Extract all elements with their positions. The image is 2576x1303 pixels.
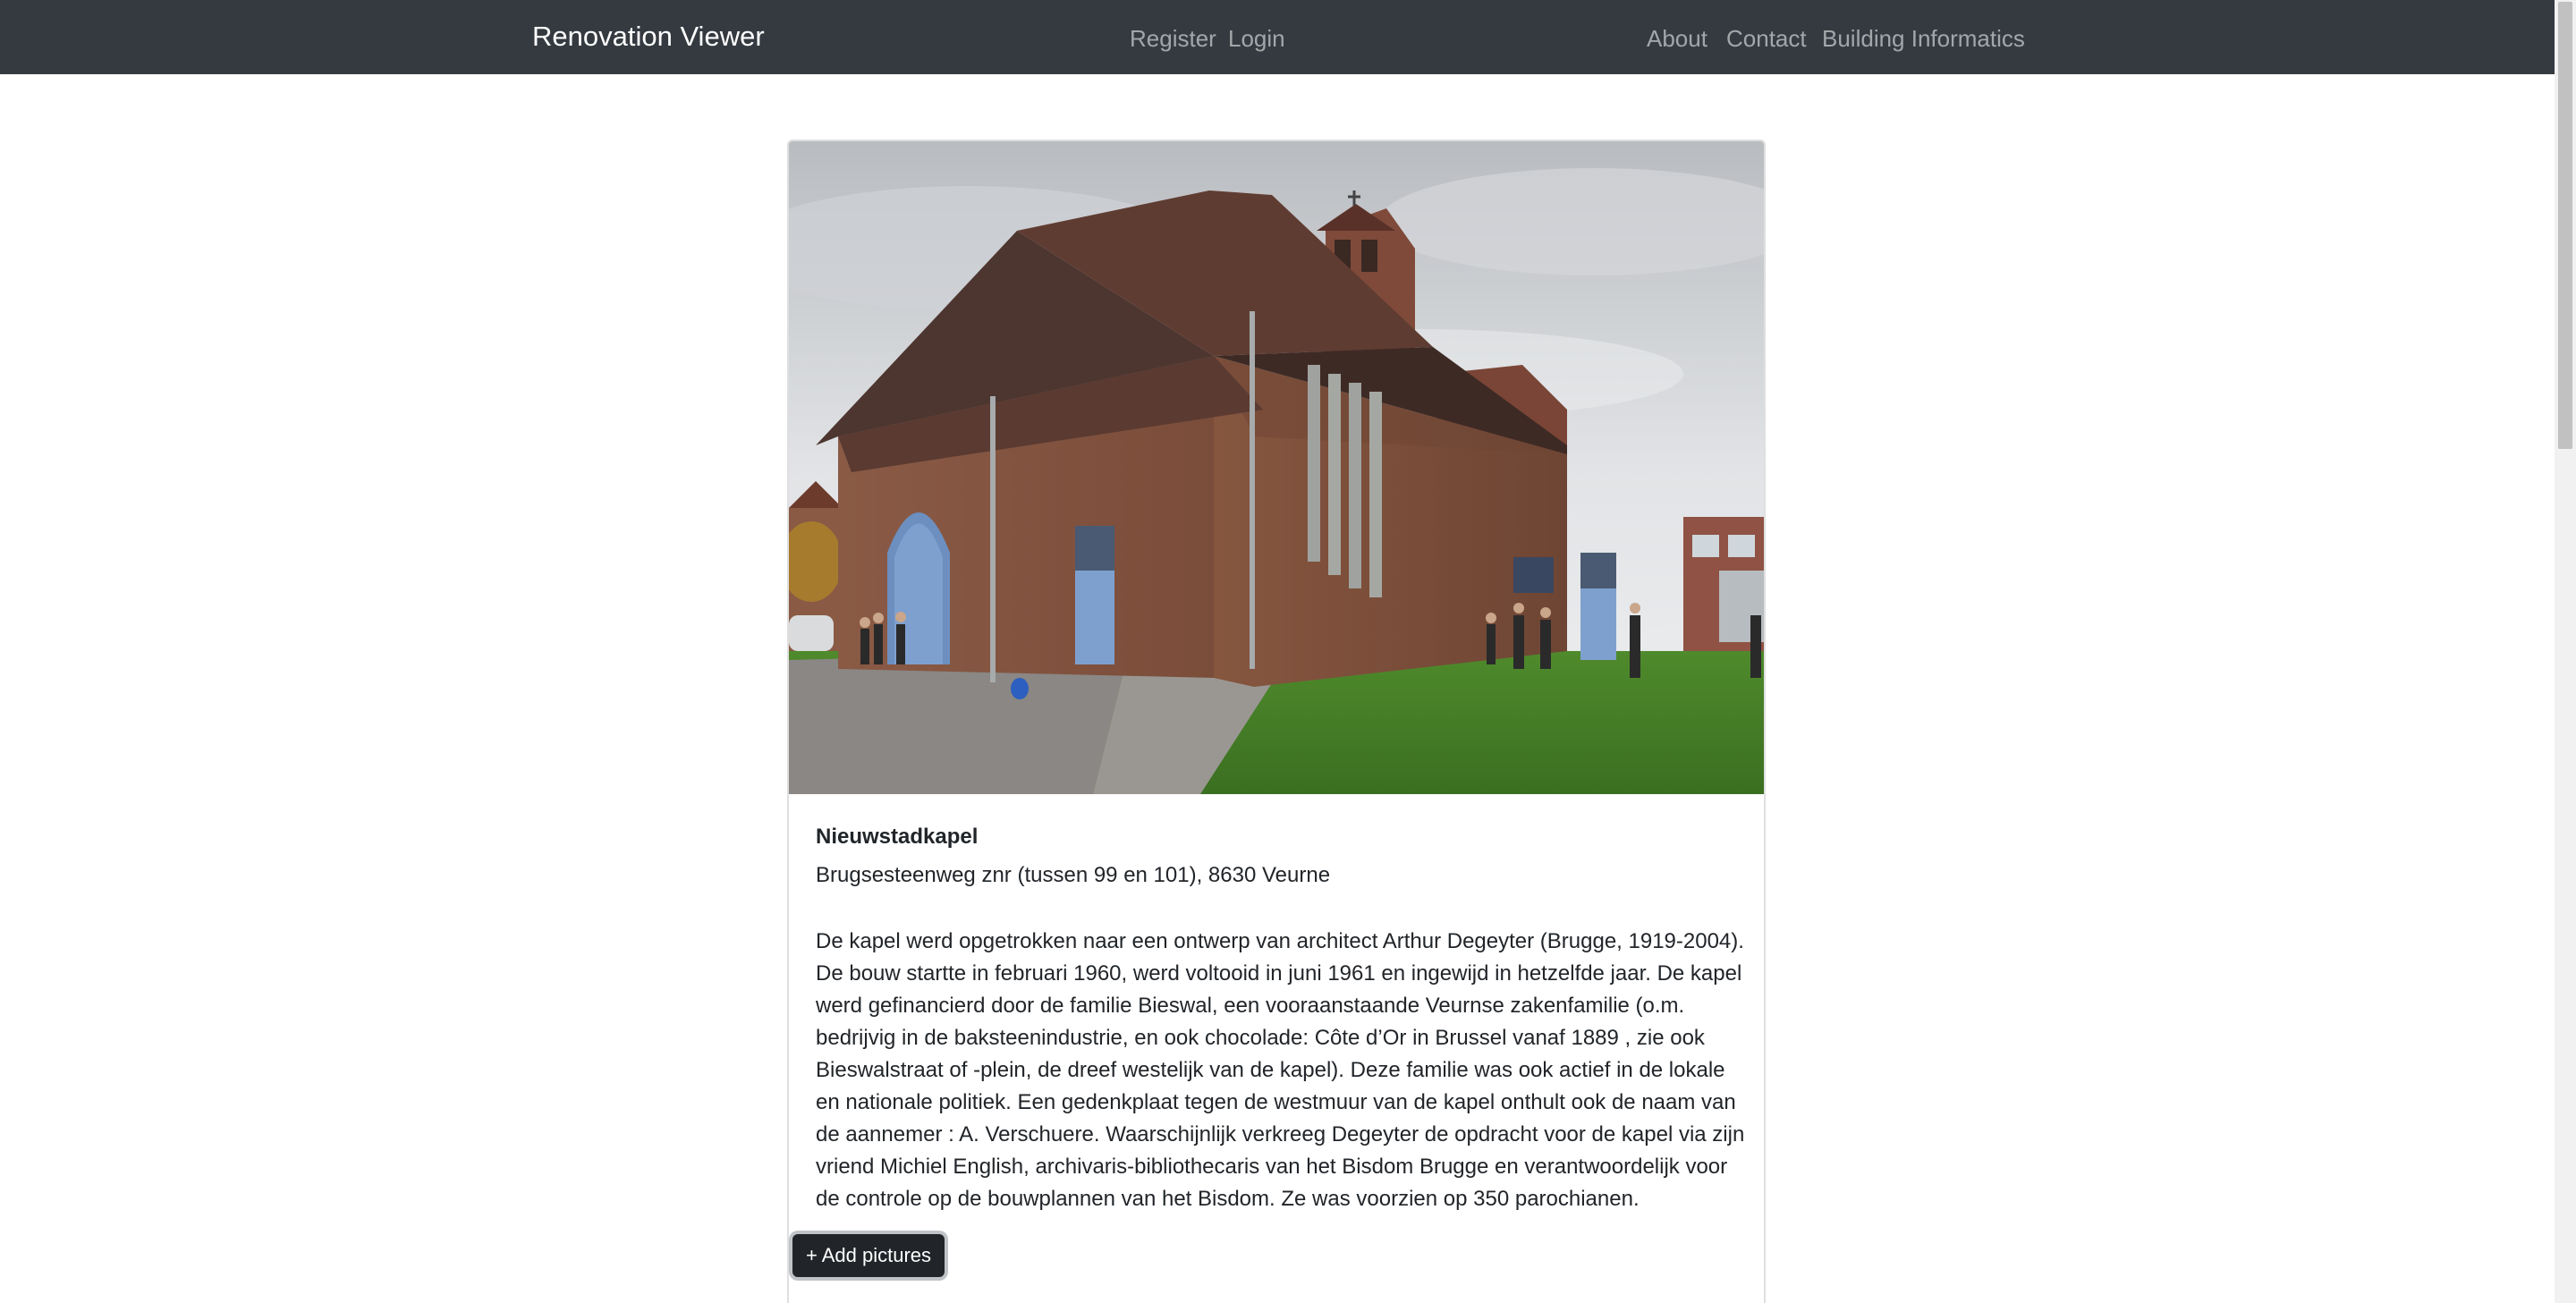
nav-about-link[interactable]: About [1647, 23, 1707, 54]
brand-link[interactable]: Renovation Viewer [532, 19, 765, 55]
nav-building-informatics-link[interactable]: Building Informatics [1822, 23, 2025, 54]
add-pictures-button[interactable]: + Add pictures [792, 1234, 945, 1277]
building-photo [789, 141, 1764, 794]
building-card: Nieuwstadkapel Brugsesteenweg znr (tusse… [787, 140, 1766, 1303]
building-description: De kapel werd opgetrokken naar een ontwe… [816, 929, 1745, 1211]
vertical-scrollbar[interactable] [2555, 0, 2576, 1303]
top-navbar: Renovation Viewer Register Login About C… [0, 0, 2555, 74]
nav-login-link[interactable]: Login [1228, 23, 1285, 54]
building-name: Nieuwstadkapel [816, 825, 979, 849]
nav-register-link[interactable]: Register [1130, 23, 1216, 54]
page: Renovation Viewer Register Login About C… [0, 0, 2576, 1303]
nav-contact-link[interactable]: Contact [1726, 23, 1807, 54]
scrollbar-thumb[interactable] [2558, 2, 2572, 449]
card-body: Nieuwstadkapel Brugsesteenweg znr (tusse… [816, 823, 1746, 1215]
building-address: Brugsesteenweg znr (tussen 99 en 101), 8… [816, 863, 1331, 887]
